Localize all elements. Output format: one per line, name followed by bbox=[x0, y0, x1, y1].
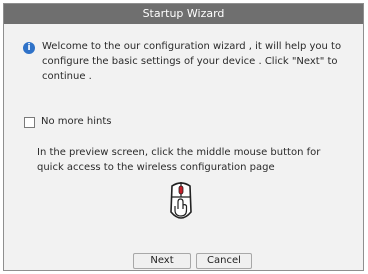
info-icon: i bbox=[23, 42, 35, 54]
cancel-button[interactable]: Cancel bbox=[196, 253, 252, 269]
welcome-message: Welcome to the our configuration wizard … bbox=[42, 41, 342, 82]
no-more-hints-label[interactable]: No more hints bbox=[41, 115, 111, 129]
preview-hint-text: In the preview screen, click the middle … bbox=[37, 147, 321, 173]
mouse-middle-click-icon bbox=[170, 182, 192, 219]
next-button[interactable]: Next bbox=[133, 253, 191, 269]
no-more-hints-checkbox[interactable] bbox=[24, 117, 35, 128]
startup-wizard-dialog: Startup Wizard i Welcome to the our conf… bbox=[3, 3, 364, 271]
dialog-title: Startup Wizard bbox=[4, 4, 363, 24]
